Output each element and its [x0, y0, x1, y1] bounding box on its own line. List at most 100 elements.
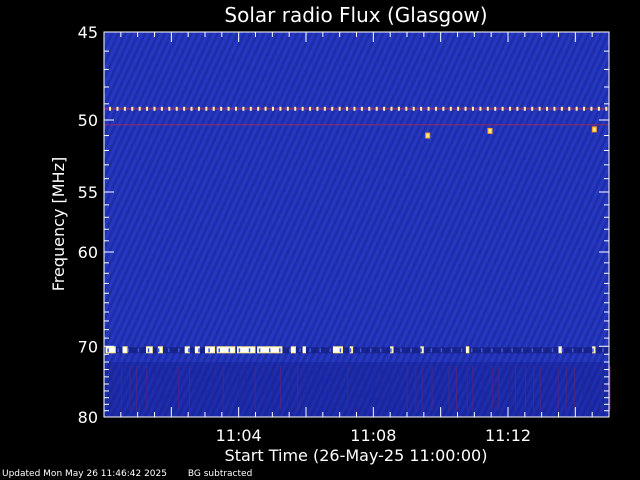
interference-dot [127, 348, 130, 353]
interference-dot [541, 348, 544, 353]
interference-dot [516, 106, 519, 111]
interference-dot [268, 348, 271, 353]
interference-dot [346, 106, 349, 111]
interference-dot [168, 106, 171, 111]
interference-dot [481, 348, 483, 353]
interference-dot [380, 348, 382, 353]
interference-dot [117, 348, 119, 353]
interference-dot [583, 106, 586, 111]
interference-dot [523, 106, 526, 111]
interference-dot [188, 348, 190, 353]
interference-dot [592, 348, 594, 353]
x-tick-label: 11:04 [216, 426, 262, 445]
updated-timestamp: Updated Mon May 26 11:46:42 2025 [2, 469, 167, 479]
interference-dot [375, 106, 378, 111]
interference-dot [434, 106, 437, 111]
interference-dot [546, 106, 549, 111]
interference-dot [486, 106, 489, 111]
x-tick-label: 11:12 [485, 426, 531, 445]
y-tick-label: 50 [78, 111, 98, 130]
y-tick-label: 70 [78, 337, 98, 356]
interference-dot [175, 106, 178, 111]
interference-dot [167, 348, 170, 353]
low-band-shade [104, 362, 609, 417]
interference-dot [494, 106, 497, 111]
interference-dot [137, 348, 140, 353]
interference-dot [212, 106, 215, 111]
interference-dot [405, 106, 408, 111]
interference-dot [198, 348, 200, 353]
interference-dot [234, 106, 237, 111]
interference-dot [430, 348, 433, 353]
burst-70mhz-core [465, 347, 469, 353]
interference-dot [353, 106, 356, 111]
interference-dot [190, 106, 193, 111]
interference-dot [339, 348, 342, 353]
interference-dot [157, 348, 160, 353]
chart-title: Solar radio Flux (Glasgow) [224, 3, 487, 27]
interference-dot [109, 106, 112, 111]
interference-dot [553, 106, 556, 111]
interference-dot [271, 106, 274, 111]
interference-dot [218, 348, 220, 353]
interference-dot [249, 106, 252, 111]
interference-dot [131, 106, 134, 111]
interference-dot [178, 348, 180, 353]
interference-dot [258, 348, 261, 353]
interference-dot [138, 106, 141, 111]
interference-dot [440, 348, 443, 353]
interference-dot [412, 106, 415, 111]
bright-spot-core [592, 127, 596, 132]
interference-dot [242, 106, 245, 111]
interference-dot [197, 106, 200, 111]
bright-spot-core [488, 128, 492, 133]
interference-dot [147, 348, 150, 353]
interference-dot [227, 106, 230, 111]
interference-dot [531, 106, 534, 111]
burst-70mhz-core [122, 347, 127, 353]
interference-dot [183, 106, 186, 111]
interference-dot [571, 348, 574, 353]
interference-dot [450, 348, 453, 353]
interference-dot [538, 106, 541, 111]
interference-dot [410, 348, 412, 353]
interference-dot [460, 348, 463, 353]
interference-dot [257, 106, 260, 111]
interference-dot [582, 348, 584, 353]
interference-dot [420, 348, 422, 353]
interference-dot [299, 348, 301, 353]
interference-dot [491, 348, 493, 353]
interference-dot [338, 106, 341, 111]
interference-dot [560, 106, 563, 111]
interference-dot [511, 348, 513, 353]
interference-dot [279, 106, 282, 111]
interference-dot [220, 106, 223, 111]
interference-dot [208, 348, 210, 353]
bright-spot-core [426, 133, 430, 138]
interference-dot [449, 106, 452, 111]
interference-dot [390, 106, 393, 111]
interference-dot [301, 106, 304, 111]
spectrogram-chart: 45 50 55 60 70 80 11:04 11:08 11:12 Solar radio … [0, 0, 640, 468]
interference-dot [309, 106, 312, 111]
interference-dot [264, 106, 267, 111]
interference-dot [457, 106, 460, 111]
interference-dot [605, 106, 608, 111]
interference-dot [116, 106, 119, 111]
spectrogram-heatmap [104, 32, 611, 417]
y-tick-label: 55 [78, 183, 98, 202]
interference-dot [509, 106, 512, 111]
interference-dot [316, 106, 319, 111]
interference-dot [400, 348, 402, 353]
interference-dot [442, 106, 445, 111]
interference-dot [479, 106, 482, 111]
interference-dot [205, 106, 208, 111]
interference-dot [531, 348, 534, 353]
status-footer: Updated Mon May 26 11:46:42 2025 BG subt… [2, 469, 252, 479]
interference-dot [568, 106, 571, 111]
interference-dot [390, 348, 392, 353]
y-tick-label: 45 [78, 23, 98, 42]
burst-70mhz-core [302, 347, 305, 353]
interference-dot [470, 348, 473, 353]
interference-dot [383, 106, 386, 111]
